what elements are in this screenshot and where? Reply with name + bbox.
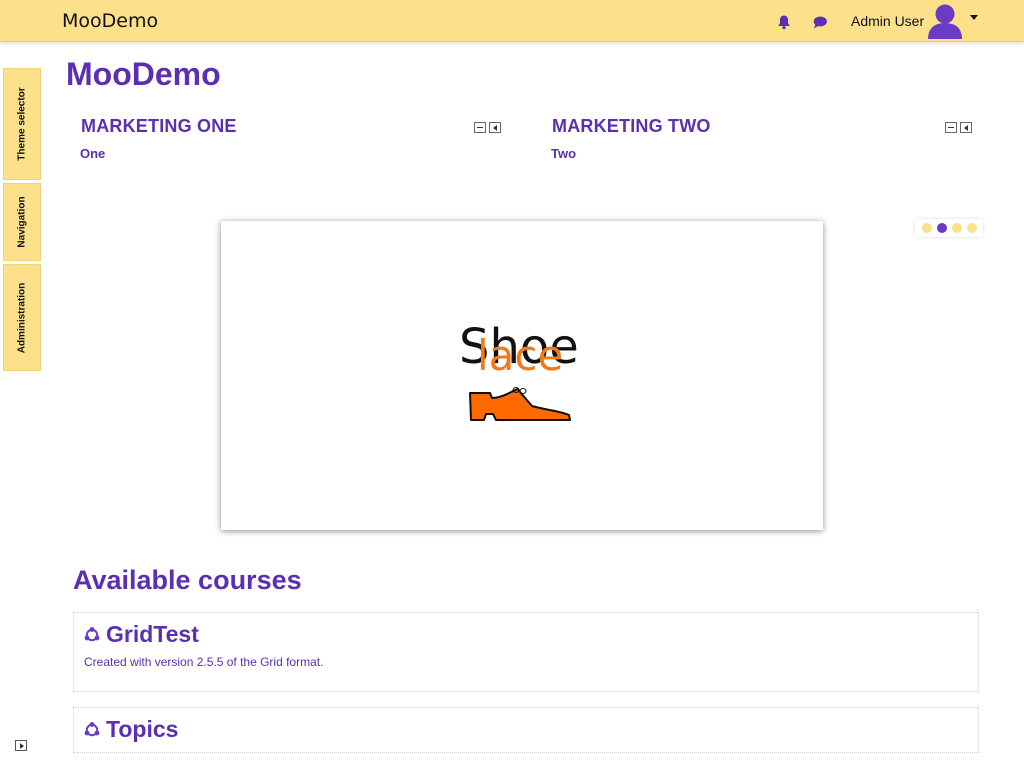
course-icon [84,627,100,642]
minimize-icon[interactable] [945,122,957,133]
page-title: MooDemo [66,56,221,92]
minimize-icon[interactable] [474,122,486,133]
marketing-one-text: One [80,146,106,161]
chat-icon[interactable] [812,14,828,30]
user-menu-name[interactable]: Admin User [851,13,924,29]
side-tab-label: Administration [16,282,28,353]
dock-icon[interactable] [489,122,501,133]
marketing-two-text: Two [551,146,577,161]
side-tab-navigation[interactable]: Navigation [3,183,41,261]
shoe-icon [469,387,571,421]
dock-toggle-icon[interactable] [15,740,27,751]
course-icon [84,722,100,737]
side-tab-label: Navigation [16,196,28,248]
slide-dot-1[interactable] [922,223,932,233]
side-tab-theme-selector[interactable]: Theme selector [3,68,41,180]
slide-dot-2[interactable] [937,223,947,233]
user-avatar-icon[interactable] [926,3,964,39]
site-brand[interactable]: MooDemo [62,10,158,32]
course-summary: Created with version 2.5.5 of the Grid f… [84,655,324,669]
side-tab-label: Theme selector [16,87,28,161]
slide-indicators [915,219,983,237]
slide-dot-4[interactable] [967,223,977,233]
side-tab-administration[interactable]: Administration [3,264,41,371]
course-link-topics[interactable]: Topics [106,716,178,743]
marketing-two-title: MARKETING TWO [552,116,711,136]
slide-dot-3[interactable] [952,223,962,233]
available-courses-heading: Available courses [73,565,302,595]
top-navbar: MooDemo Admin User [0,0,1024,42]
marketing-one-title: MARKETING ONE [81,116,237,136]
slideshow-slide[interactable]: Shoe lace [221,221,823,530]
course-link-gridtest[interactable]: GridTest [106,621,199,648]
caret-down-icon[interactable] [970,15,978,20]
dock-icon[interactable] [960,122,972,133]
logo-word-lace: lace [477,331,564,380]
course-card: Topics [73,707,979,753]
bell-icon[interactable] [776,14,792,30]
course-card: GridTest Created with version 2.5.5 of t… [73,612,979,692]
